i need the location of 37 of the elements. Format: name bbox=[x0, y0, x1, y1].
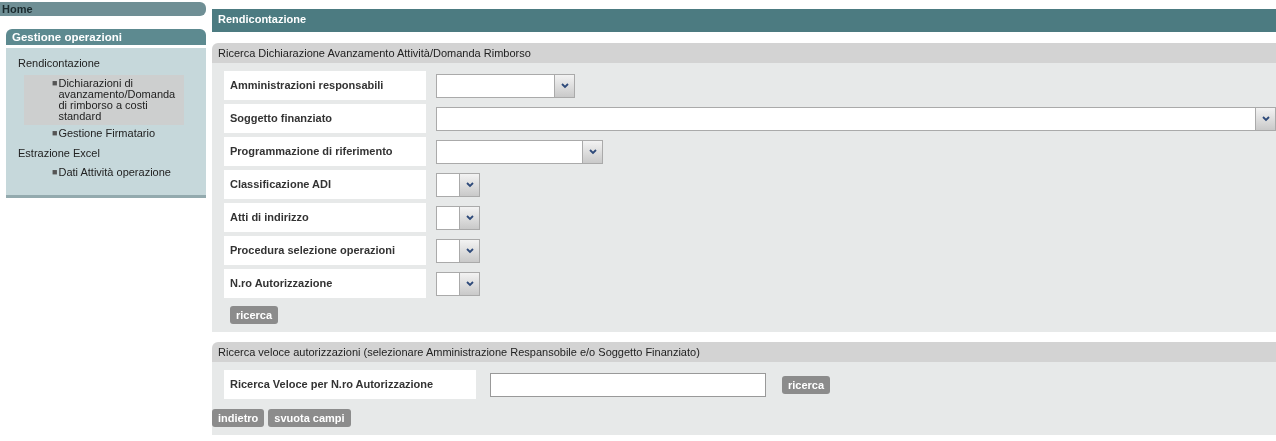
chevron-down-icon bbox=[465, 181, 474, 188]
dropdown-field[interactable] bbox=[436, 205, 480, 230]
sidebar-section-header[interactable]: Gestione operazioni bbox=[6, 29, 206, 45]
section-header: Ricerca Dichiarazione Avanzamento Attività/Domanda Rimborso bbox=[212, 43, 1276, 63]
home-link[interactable]: Home bbox=[0, 2, 206, 16]
sidebar-item[interactable]: ■Dati Attività operazione bbox=[12, 164, 200, 181]
field-label: Procedura selezione operazioni bbox=[224, 236, 426, 265]
chevron-down-icon bbox=[465, 280, 474, 287]
field-label: Soggetto finanziato bbox=[224, 104, 426, 133]
dropdown-field[interactable] bbox=[436, 139, 603, 164]
dropdown-field[interactable] bbox=[436, 172, 480, 197]
search-button[interactable]: ricerca bbox=[230, 306, 279, 324]
dropdown-field[interactable] bbox=[436, 106, 1276, 131]
chevron-down-icon bbox=[1261, 115, 1270, 122]
sidebar-group[interactable]: Estrazione Excel bbox=[12, 141, 200, 164]
sidebar-item[interactable]: ■Dichiarazioni di avanzamento/Domanda di rimborso a costi standard bbox=[24, 74, 184, 125]
field-label: N.ro Autorizzazione bbox=[224, 269, 426, 298]
field-label: Ricerca Veloce per N.ro Autorizzazione bbox=[224, 370, 476, 399]
chevron-down-icon bbox=[560, 82, 569, 89]
sidebar-group[interactable]: Rendicontazione bbox=[12, 52, 200, 75]
page-title: Rendicontazione bbox=[212, 9, 1276, 32]
field-label: Atti di indirizzo bbox=[224, 203, 426, 232]
section-header: Ricerca veloce autorizzazioni (selezionare Amministrazione Respansobile e/o Soggetto Finanziato) bbox=[212, 342, 1276, 362]
dropdown-field[interactable] bbox=[436, 238, 480, 263]
search-button[interactable]: ricerca bbox=[782, 375, 831, 394]
chevron-down-icon bbox=[465, 247, 474, 254]
action-button[interactable]: svuota campi bbox=[268, 409, 351, 427]
chevron-down-icon bbox=[588, 148, 597, 155]
sidebar-item[interactable]: ■Gestione Firmatario bbox=[12, 124, 200, 142]
input-field[interactable] bbox=[490, 372, 766, 397]
action-button[interactable]: indietro bbox=[212, 409, 265, 427]
dropdown-field[interactable] bbox=[436, 73, 575, 98]
chevron-down-icon bbox=[465, 214, 474, 221]
field-label: Programmazione di riferimento bbox=[224, 137, 426, 166]
dropdown-field[interactable] bbox=[436, 271, 480, 296]
field-label: Classificazione ADI bbox=[224, 170, 426, 199]
field-label: Amministrazioni responsabili bbox=[224, 71, 426, 100]
